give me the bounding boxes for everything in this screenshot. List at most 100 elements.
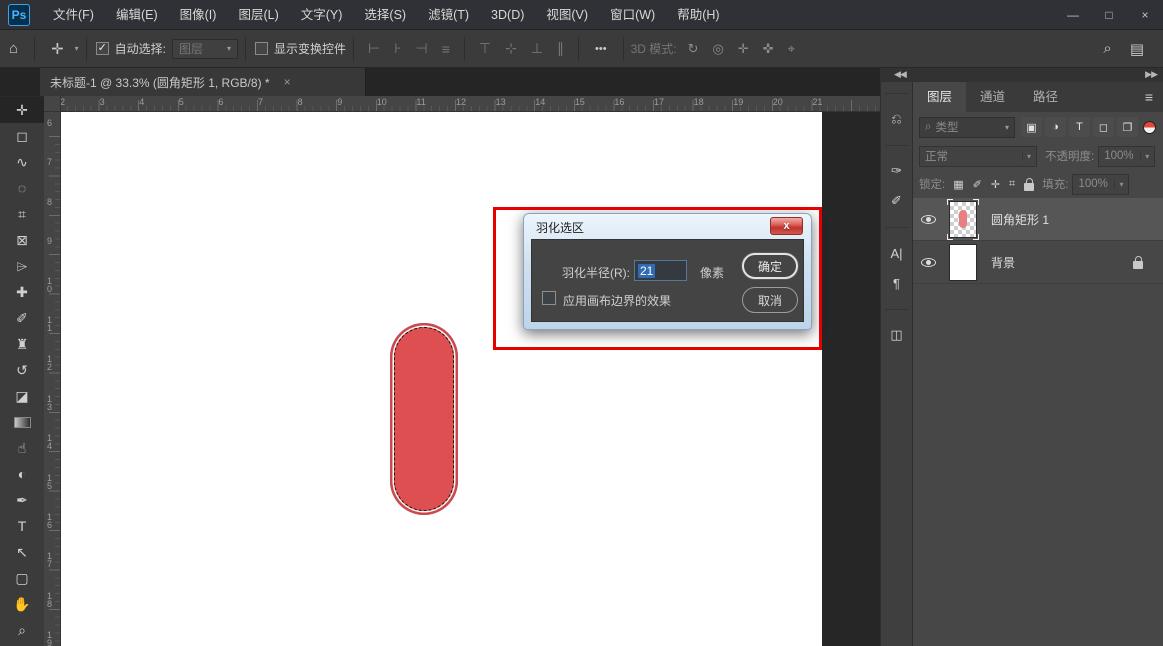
layer-filter-toggle[interactable] — [1143, 121, 1156, 134]
history-brush-tool[interactable]: ↺ — [0, 357, 44, 383]
type-tool[interactable]: T — [0, 513, 44, 539]
menu-item[interactable]: 视图(V) — [535, 0, 599, 30]
3d-pan-icon[interactable]: ✛ — [731, 41, 756, 57]
align-left-icon[interactable]: ⊢ — [361, 40, 387, 57]
dialog-title[interactable]: 羽化选区 — [536, 219, 584, 236]
menu-item[interactable]: 滤镜(T) — [417, 0, 480, 30]
gradient-tool[interactable] — [0, 409, 44, 435]
visibility-toggle[interactable] — [913, 258, 943, 267]
align-top-icon[interactable]: ⊤ — [472, 40, 498, 57]
feather-radius-input[interactable]: 21 — [634, 260, 687, 281]
menu-item[interactable]: 文字(Y) — [290, 0, 354, 30]
search-icon[interactable]: ⌕ — [1094, 40, 1120, 57]
align-center-h-icon[interactable]: ⊦ — [387, 40, 408, 57]
panel-menu-icon[interactable]: ≡ — [1135, 82, 1163, 112]
rounded-rectangle-tool[interactable]: ▢ — [0, 565, 44, 591]
hand-tool[interactable]: ✋ — [0, 591, 44, 617]
menu-item[interactable]: 帮助(H) — [666, 0, 730, 30]
eyedropper-tool[interactable]: ⌲ — [0, 253, 44, 279]
canvas[interactable] — [61, 112, 822, 646]
collapse-dock-icon[interactable]: ◀◀ — [894, 69, 906, 80]
filter-smart-object-icon[interactable]: ❐ — [1117, 117, 1138, 137]
lock-pixels-icon[interactable]: ✐ — [973, 178, 982, 191]
lock-transparent-icon[interactable]: ▦ — [953, 178, 963, 191]
filter-shape-icon[interactable]: ◻ — [1093, 117, 1114, 137]
lock-artboard-icon[interactable]: ⌗ — [1009, 178, 1015, 191]
panel-tab-paths[interactable]: 路径 — [1019, 82, 1072, 112]
layer-row[interactable]: 背景 — [913, 241, 1163, 284]
lasso-tool[interactable]: ∿ — [0, 149, 44, 175]
close-button[interactable]: × — [1127, 0, 1163, 30]
chevron-down-icon[interactable]: ▾ — [73, 44, 79, 53]
panel-tab-layers[interactable]: 图层 — [913, 82, 966, 112]
show-transform-checkbox[interactable] — [255, 42, 268, 55]
minimize-button[interactable]: — — [1055, 0, 1091, 30]
filter-adjustment-icon[interactable]: ◑ — [1045, 117, 1066, 137]
cancel-button[interactable]: 取消 — [742, 287, 798, 313]
paragraph-panel-icon[interactable]: ¶ — [881, 268, 913, 298]
blend-mode-dropdown[interactable]: 正常 ▾ — [919, 146, 1037, 167]
tab-close-icon[interactable]: × — [284, 75, 291, 89]
menu-item[interactable]: 图像(I) — [169, 0, 228, 30]
opacity-dropdown[interactable]: 100% ▾ — [1098, 146, 1155, 167]
distribute-h-icon[interactable]: ≡ — [435, 41, 457, 57]
menu-item[interactable]: 选择(S) — [353, 0, 417, 30]
visibility-toggle[interactable] — [913, 215, 943, 224]
3d-orbit-icon[interactable]: ↻ — [681, 41, 706, 57]
3d-slide-icon[interactable]: ✜ — [756, 41, 781, 57]
character-panel-icon[interactable]: A| — [881, 238, 913, 268]
auto-select-checkbox[interactable] — [96, 42, 109, 55]
fill-dropdown[interactable]: 100% ▾ — [1072, 174, 1129, 195]
lock-all-icon[interactable] — [1024, 183, 1034, 191]
align-bottom-icon[interactable]: ⊥ — [524, 40, 550, 57]
smudge-tool[interactable]: ☝ — [0, 435, 44, 461]
dialog-close-button[interactable]: x — [770, 217, 803, 235]
dodge-tool[interactable]: ◐ — [0, 461, 44, 487]
move-tool-preset-icon[interactable]: ✛ — [42, 40, 73, 58]
horizontal-ruler[interactable]: 23456789101112131415161718192021 — [44, 96, 880, 112]
more-options-icon[interactable]: ••• — [586, 43, 616, 55]
clone-stamp-tool[interactable]: ♜ — [0, 331, 44, 357]
spot-healing-brush-tool[interactable]: ✚ — [0, 279, 44, 305]
crop-tool[interactable]: ⌗ — [0, 201, 44, 227]
restore-button[interactable]: □ — [1091, 0, 1127, 30]
brushes-panel-icon[interactable]: ✐ — [881, 186, 913, 216]
menu-item[interactable]: 图层(L) — [227, 0, 289, 30]
home-icon[interactable]: ⌂ — [0, 40, 27, 57]
distribute-v-icon[interactable]: ∥ — [550, 40, 571, 57]
align-right-icon[interactable]: ⊣ — [409, 40, 435, 57]
menu-item[interactable]: 文件(F) — [42, 0, 105, 30]
menu-item[interactable]: 3D(D) — [480, 0, 535, 30]
move-tool[interactable]: ✛ — [0, 97, 44, 123]
layer-row[interactable]: 圆角矩形 1 — [913, 198, 1163, 241]
history-panel-icon[interactable]: ⎌ — [881, 104, 913, 134]
apply-canvas-bounds-checkbox[interactable] — [542, 291, 556, 305]
filter-type-icon[interactable]: T — [1069, 117, 1090, 137]
pen-tool[interactable]: ✒ — [0, 487, 44, 513]
align-middle-icon[interactable]: ⊹ — [498, 40, 524, 57]
zoom-tool[interactable]: ⌕ — [0, 617, 44, 643]
vertical-ruler[interactable]: 678910111213141516171819 — [44, 112, 61, 646]
brush-tool[interactable]: ✐ — [0, 305, 44, 331]
3d-panel-icon[interactable]: ◫ — [881, 320, 913, 350]
document-tab[interactable]: 未标题-1 @ 33.3% (圆角矩形 1, RGB/8) * × — [40, 68, 366, 96]
menu-item[interactable]: 窗口(W) — [599, 0, 666, 30]
layer-filter-kind-dropdown[interactable]: ⌕ 类型 ▾ — [919, 117, 1015, 138]
panel-tab-channels[interactable]: 通道 — [966, 82, 1019, 112]
frame-tool[interactable]: ⊠ — [0, 227, 44, 253]
rectangular-marquee-tool[interactable]: ◻ — [0, 123, 44, 149]
filter-pixel-icon[interactable]: ▣ — [1021, 117, 1042, 137]
path-selection-tool[interactable]: ↖ — [0, 539, 44, 565]
3d-roll-icon[interactable]: ◎ — [706, 41, 731, 57]
ok-button[interactable]: 确定 — [742, 253, 798, 279]
lock-position-icon[interactable]: ✛ — [991, 178, 1000, 191]
auto-select-target-dropdown[interactable]: 图层 ▾ — [172, 39, 238, 59]
workspace-switcher-icon[interactable]: ▤ — [1121, 40, 1153, 58]
brush-settings-panel-icon[interactable]: ✑ — [881, 156, 913, 186]
layer-thumbnail[interactable] — [949, 201, 977, 238]
menu-item[interactable]: 编辑(E) — [105, 0, 169, 30]
quick-selection-tool[interactable]: ◌ — [0, 175, 44, 201]
3d-camera-icon[interactable]: ⌖ — [781, 41, 802, 57]
expand-panels-icon[interactable]: ▶▶ — [1145, 69, 1157, 80]
layer-thumbnail[interactable] — [949, 244, 977, 281]
